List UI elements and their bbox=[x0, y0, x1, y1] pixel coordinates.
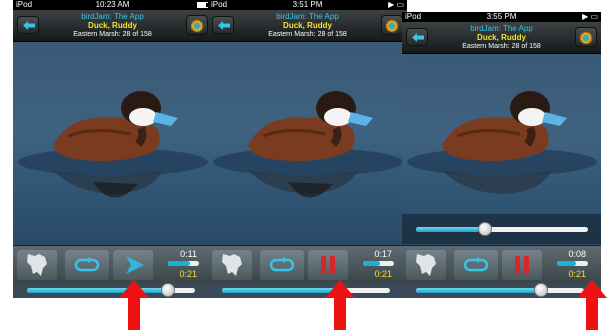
time-progress-bar bbox=[168, 261, 199, 266]
player-controls: 0:08 0:21 bbox=[402, 245, 601, 283]
gear-icon bbox=[385, 19, 399, 33]
pointer-arrow-1 bbox=[119, 280, 149, 330]
clock: 3:51 PM bbox=[292, 0, 323, 9]
status-bar: iPod 10:23 AM bbox=[13, 0, 212, 10]
playlist-position: Eastern Marsh: 28 of 158 bbox=[73, 31, 152, 38]
nav-bar: birdJam: The App Duck, Ruddy Eastern Mar… bbox=[402, 22, 601, 54]
volume-slider[interactable] bbox=[222, 288, 390, 293]
volume-row bbox=[208, 283, 407, 298]
pointer-arrow-3 bbox=[577, 280, 607, 330]
player-controls: 0:17 0:21 bbox=[208, 245, 407, 283]
repeat-icon bbox=[463, 257, 489, 272]
map-icon bbox=[416, 254, 436, 276]
current-time: 0:21 bbox=[374, 269, 392, 279]
play-icon bbox=[126, 256, 144, 274]
pointer-arrow-2 bbox=[325, 280, 355, 330]
repeat-button[interactable] bbox=[260, 250, 304, 280]
map-button[interactable] bbox=[212, 250, 252, 280]
clock: 3:55 PM bbox=[486, 12, 517, 21]
track-duration: 0:17 bbox=[374, 249, 392, 259]
map-button[interactable] bbox=[406, 250, 446, 280]
repeat-button[interactable] bbox=[454, 250, 498, 280]
screen-2: iPod 3:51 PM ▶ ▭ birdJam: The App Duck, … bbox=[208, 0, 407, 298]
time-display: 0:11 0:21 bbox=[165, 248, 201, 282]
settings-button[interactable] bbox=[186, 15, 208, 35]
status-bar: iPod 3:51 PM ▶ ▭ bbox=[208, 0, 407, 10]
bird-name: Duck, Ruddy bbox=[477, 33, 526, 42]
settings-button[interactable] bbox=[575, 27, 597, 47]
player-controls: 0:11 0:21 bbox=[13, 245, 212, 283]
seek-knob[interactable] bbox=[478, 222, 492, 236]
seek-scrubber bbox=[402, 214, 601, 244]
volume-row bbox=[402, 283, 601, 298]
track-duration: 0:11 bbox=[180, 249, 197, 259]
screen-1: iPod 10:23 AM birdJam: The App Duck, Rud… bbox=[13, 0, 212, 298]
current-time: 0:21 bbox=[568, 269, 586, 279]
pause-icon bbox=[515, 256, 529, 274]
nav-bar: birdJam: The App Duck, Ruddy Eastern Mar… bbox=[13, 10, 212, 42]
map-icon bbox=[222, 254, 242, 276]
map-button[interactable] bbox=[17, 250, 57, 280]
pause-button[interactable] bbox=[308, 250, 348, 280]
pause-button[interactable] bbox=[502, 250, 542, 280]
app-title: birdJam: The App bbox=[276, 12, 339, 21]
current-time: 0:21 bbox=[179, 269, 197, 279]
bird-name: Duck, Ruddy bbox=[283, 21, 332, 30]
gear-icon bbox=[579, 31, 593, 45]
seek-slider[interactable] bbox=[416, 227, 588, 232]
nav-bar: birdJam: The App Duck, Ruddy Eastern Mar… bbox=[208, 10, 407, 42]
time-display: 0:08 0:21 bbox=[554, 248, 590, 282]
volume-slider[interactable] bbox=[416, 288, 584, 293]
screen-3: iPod 3:55 PM ▶ ▭ birdJam: The App Duck, … bbox=[402, 12, 601, 298]
app-title: birdJam: The App bbox=[81, 12, 144, 21]
playlist-position: Eastern Marsh: 28 of 158 bbox=[462, 43, 541, 50]
time-progress-bar bbox=[557, 261, 588, 266]
clock: 10:23 AM bbox=[95, 0, 130, 9]
status-bar: iPod 3:55 PM ▶ ▭ bbox=[402, 12, 601, 22]
map-icon bbox=[27, 254, 47, 276]
repeat-button[interactable] bbox=[65, 250, 109, 280]
play-button[interactable] bbox=[113, 250, 153, 280]
time-display: 0:17 0:21 bbox=[360, 248, 396, 282]
repeat-icon bbox=[74, 257, 100, 272]
volume-knob[interactable] bbox=[534, 283, 548, 297]
time-progress-bar bbox=[363, 261, 394, 266]
playlist-position: Eastern Marsh: 28 of 158 bbox=[268, 31, 347, 38]
pause-icon bbox=[321, 256, 335, 274]
gear-icon bbox=[190, 19, 204, 33]
volume-knob[interactable] bbox=[161, 283, 175, 297]
track-duration: 0:08 bbox=[568, 249, 586, 259]
volume-row bbox=[13, 283, 212, 298]
settings-button[interactable] bbox=[381, 15, 403, 35]
app-title: birdJam: The App bbox=[470, 24, 533, 33]
repeat-icon bbox=[269, 257, 295, 272]
bird-name: Duck, Ruddy bbox=[88, 21, 137, 30]
